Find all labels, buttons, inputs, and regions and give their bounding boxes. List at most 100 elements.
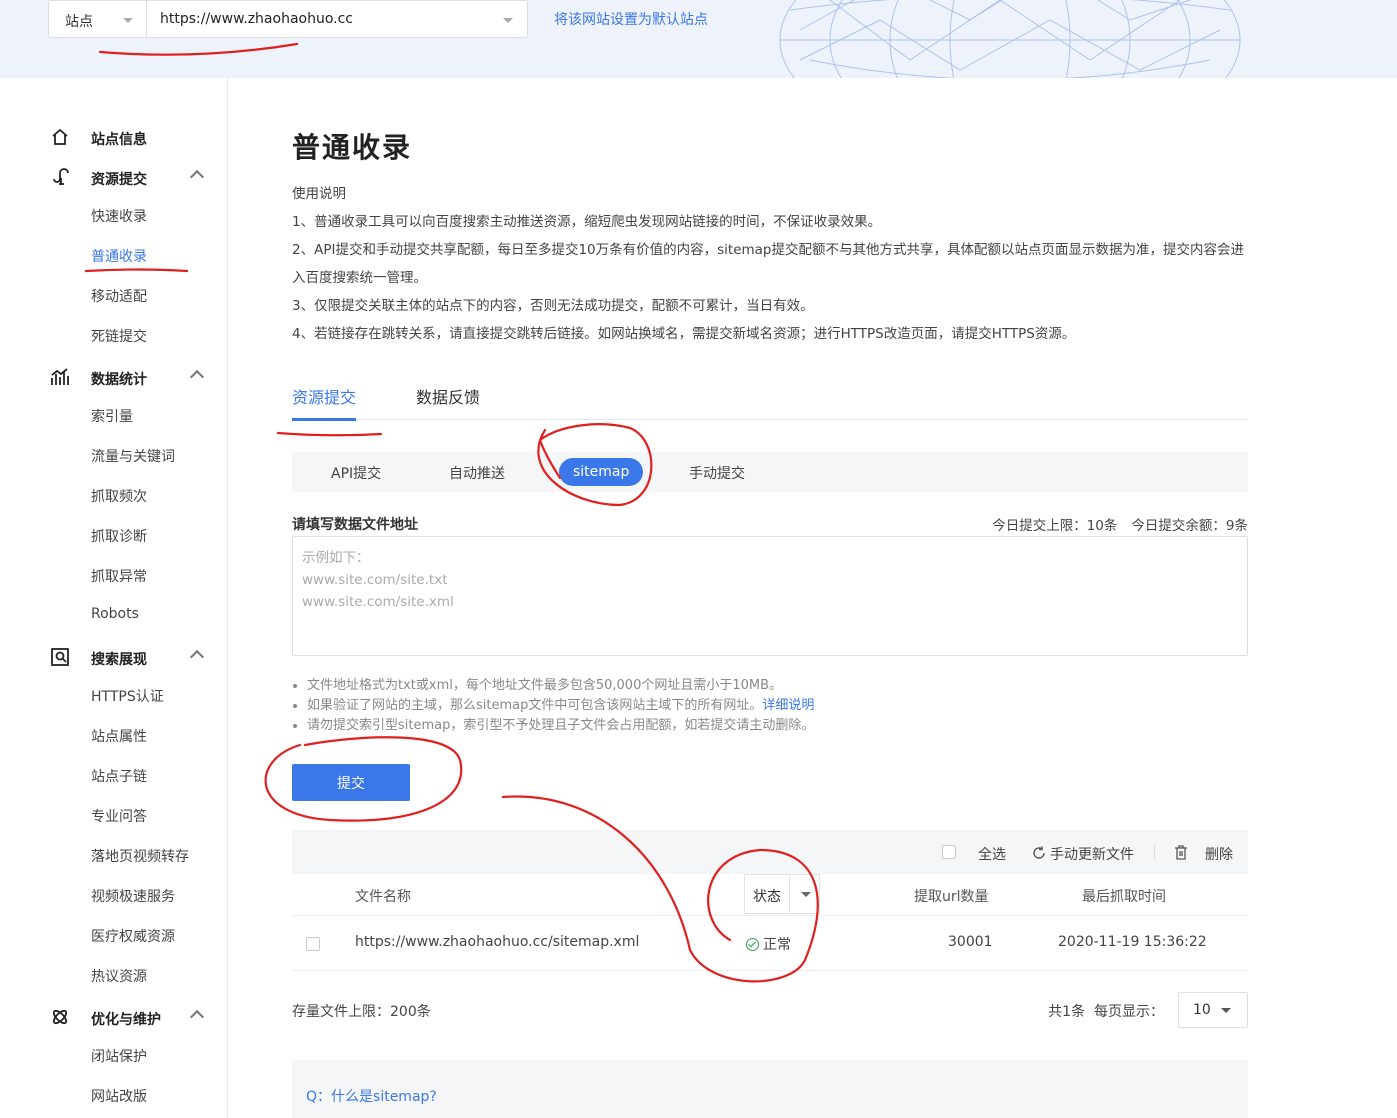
annotation-underline-tab: [276, 431, 383, 437]
sidebar-group-optimize[interactable]: 优化与维护: [0, 1006, 228, 1030]
page-size-value: 10: [1193, 1002, 1211, 1018]
instruction-line: 3、仅限提交关联主体的站点下的内容，否则无法成功提交，配额不可累计，当日有效。: [292, 298, 814, 314]
row-checkbox[interactable]: [306, 937, 320, 951]
sidebar-item-crawl-frequency[interactable]: 抓取频次: [91, 486, 147, 506]
cell-url-count: 30001: [948, 934, 993, 950]
set-default-site-link[interactable]: 将该网站设置为默认站点: [554, 9, 708, 29]
search-display-icon: [51, 648, 69, 666]
note-item: 如果验证了网站的主域，那么sitemap文件中可包含该网站主域下的所有网址。详细…: [307, 696, 814, 716]
note-item: 请勿提交索引型sitemap，索引型不予处理且子文件会占用配额，如若提交请主动删…: [307, 716, 814, 736]
cell-file-name: https://www.zhaohaohuo.cc/sitemap.xml: [355, 934, 640, 950]
sidebar-item-mobile-adapt[interactable]: 移动适配: [91, 286, 147, 306]
sidebar-item-robots[interactable]: Robots: [91, 606, 139, 622]
quota-info: 今日提交上限：10条 今日提交余额：9条: [978, 514, 1248, 534]
sidebar-item-pro-qa[interactable]: 专业问答: [91, 806, 147, 826]
sidebar-item-site-info[interactable]: 站点信息: [0, 126, 228, 150]
globe-decoration: [779, 0, 1241, 78]
sidebar-item-quick-index[interactable]: 快速收录: [91, 206, 147, 226]
sidebar-item-dead-link[interactable]: 死链提交: [91, 326, 147, 346]
delete-button[interactable]: 删除: [1205, 844, 1233, 864]
site-url-value: https://www.zhaohaohuo.cc: [160, 11, 353, 27]
sidebar-item-normal-index[interactable]: 普通收录: [91, 246, 147, 266]
sidebar-group-title: 优化与维护: [91, 1012, 161, 1028]
select-all-checkbox[interactable]: [942, 845, 956, 859]
sitemap-url-input[interactable]: [292, 536, 1248, 656]
chevron-up-icon: [189, 169, 205, 185]
col-status: 状态: [753, 889, 781, 905]
pagination-info: 共1条 每页显示：: [1048, 1001, 1164, 1021]
sidebar-group-title: 数据统计: [91, 372, 147, 388]
total-count: 共1条: [1048, 1004, 1086, 1020]
sidebar-item-site-sublinks[interactable]: 站点子链: [91, 766, 147, 786]
tab-resource-submit[interactable]: 资源提交: [292, 384, 356, 408]
sidebar-item-label: 站点信息: [91, 132, 147, 148]
refresh-icon: [1033, 846, 1045, 859]
sidebar-item-site-revision[interactable]: 网站改版: [91, 1086, 147, 1106]
subtab-auto-push[interactable]: 自动推送: [449, 463, 505, 483]
instruction-line: 1、普通收录工具可以向百度搜索主动推送资源，缩短爬虫发现网站链接的时间，不保证收…: [292, 214, 882, 230]
site-type-label: 站点: [65, 14, 93, 30]
subtab-manual[interactable]: 手动提交: [689, 463, 745, 483]
sidebar-group-resource-submit[interactable]: 资源提交: [0, 166, 228, 190]
instruction-line: 2、API提交和手动提交共享配额，每日至多提交10万条有价值的内容，sitema…: [292, 242, 1244, 286]
sidebar-item-site-attributes[interactable]: 站点属性: [91, 726, 147, 746]
table-toolbar: 全选 手动更新文件 删除: [292, 830, 1248, 874]
subtab-api[interactable]: API提交: [331, 463, 381, 483]
tab-data-feedback[interactable]: 数据反馈: [416, 384, 480, 408]
chevron-down-icon: [1221, 1008, 1231, 1013]
sidebar: 站点信息 资源提交 快速收录 普通收录 移动适配 死链提交 数据统计 索引量 流…: [0, 78, 228, 1118]
status-text: 正常: [763, 937, 791, 953]
stats-icon: [51, 368, 69, 385]
page-title: 普通收录: [292, 131, 413, 164]
chevron-up-icon: [189, 1009, 205, 1025]
trash-icon: [1175, 845, 1187, 860]
sidebar-item-crawl-errors[interactable]: 抓取异常: [91, 566, 147, 586]
cell-last-crawl: 2020-11-19 15:36:22: [1058, 934, 1207, 950]
submit-method-tabs: API提交 自动推送 sitemap 手动提交: [292, 452, 1248, 492]
subtab-sitemap[interactable]: sitemap: [559, 458, 644, 486]
chevron-down-icon: [123, 18, 133, 23]
main-tabs: 资源提交 数据反馈: [292, 380, 1248, 421]
plant-icon: [53, 168, 69, 185]
toolbar-divider: [1154, 844, 1155, 860]
chevron-down-icon: [801, 892, 811, 897]
sidebar-item-https[interactable]: HTTPS认证: [91, 686, 164, 706]
active-tab-indicator: [292, 418, 356, 421]
sidebar-group-title: 资源提交: [91, 172, 147, 188]
submit-button[interactable]: 提交: [292, 764, 410, 801]
data-file-label: 请填写数据文件地址: [292, 517, 418, 533]
storage-limit: 存量文件上限：200条: [292, 1004, 431, 1020]
col-last-crawl: 最后抓取时间: [1082, 889, 1166, 905]
faq-question-link[interactable]: Q：什么是sitemap?: [306, 1086, 437, 1106]
top-bar: 站点 https://www.zhaohaohuo.cc 将该网站设置为默认站点: [0, 0, 1397, 78]
cell-status: 正常: [746, 934, 791, 954]
note-text: 如果验证了网站的主域，那么sitemap文件中可包含该网站主域下的所有网址。: [307, 698, 763, 713]
faq-section: Q：什么是sitemap?: [292, 1060, 1248, 1118]
page-size-select[interactable]: 10: [1178, 992, 1248, 1028]
sidebar-item-video-speed[interactable]: 视频极速服务: [91, 886, 175, 906]
sidebar-item-traffic-keywords[interactable]: 流量与关键词: [91, 446, 175, 466]
usage-instructions: 使用说明 1、普通收录工具可以向百度搜索主动推送资源，缩短爬虫发现网站链接的时间…: [292, 180, 1248, 348]
sidebar-group-search-display[interactable]: 搜索展现: [0, 646, 228, 670]
select-all-label[interactable]: 全选: [978, 844, 1006, 864]
quota-limit: 今日提交上限：10条: [992, 518, 1118, 534]
status-filter-dropdown[interactable]: 状态: [744, 874, 820, 914]
sidebar-item-hot-topics[interactable]: 热议资源: [91, 966, 147, 986]
chevron-up-icon: [189, 369, 205, 385]
col-url-count: 提取url数量: [914, 889, 989, 905]
chevron-down-icon: [503, 18, 513, 23]
site-url-select[interactable]: https://www.zhaohaohuo.cc: [146, 0, 528, 38]
home-icon: [52, 128, 68, 145]
site-type-select[interactable]: 站点: [48, 0, 147, 38]
details-link[interactable]: 详细说明: [762, 698, 814, 713]
refresh-file-button[interactable]: 手动更新文件: [1050, 844, 1134, 864]
note-item: 文件地址格式为txt或xml，每个地址文件最多包含50,000个网址且需小于10…: [307, 676, 814, 696]
instructions-heading: 使用说明: [292, 186, 346, 202]
sidebar-item-index-volume[interactable]: 索引量: [91, 406, 133, 426]
sidebar-group-data-stats[interactable]: 数据统计: [0, 366, 228, 390]
sidebar-item-landing-video[interactable]: 落地页视频转存: [91, 846, 189, 866]
sidebar-item-crawl-diagnosis[interactable]: 抓取诊断: [91, 526, 147, 546]
table-row: https://www.zhaohaohuo.cc/sitemap.xml 正常…: [292, 916, 1248, 971]
sidebar-item-medical[interactable]: 医疗权威资源: [91, 926, 175, 946]
sidebar-item-site-closure[interactable]: 闭站保护: [91, 1046, 147, 1066]
